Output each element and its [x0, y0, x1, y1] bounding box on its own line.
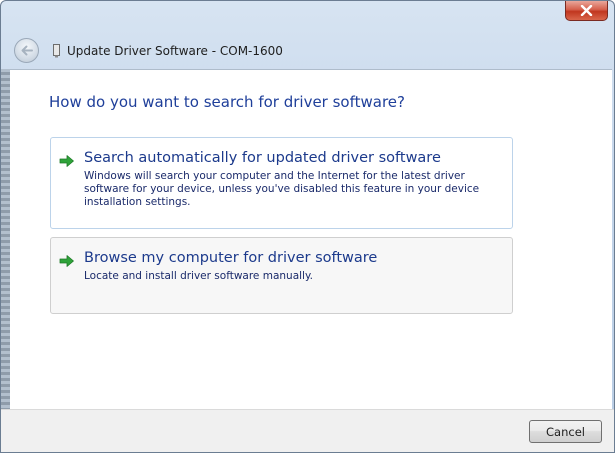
green-arrow-icon — [59, 155, 74, 167]
dialog-content: How do you want to search for driver sof… — [10, 69, 612, 410]
search-automatically-option[interactable]: Search automatically for updated driver … — [50, 137, 513, 229]
option-title: Search automatically for updated driver … — [84, 150, 441, 166]
back-button[interactable] — [14, 38, 39, 63]
cancel-button[interactable]: Cancel — [529, 420, 602, 443]
option-title: Browse my computer for driver software — [84, 250, 378, 266]
close-button[interactable] — [565, 1, 608, 21]
window-edge — [1, 69, 10, 409]
green-arrow-icon — [59, 255, 74, 267]
page-heading: How do you want to search for driver sof… — [49, 93, 405, 111]
close-icon — [580, 5, 593, 16]
window-title: Update Driver Software - COM-1600 — [67, 44, 283, 58]
title-bar: Update Driver Software - COM-1600 — [1, 1, 614, 69]
option-description: Windows will search your computer and th… — [84, 170, 480, 208]
browse-computer-option[interactable]: Browse my computer for driver software L… — [50, 237, 513, 314]
device-icon — [53, 44, 60, 58]
dialog-window: Update Driver Software - COM-1600 How do… — [0, 0, 615, 453]
dialog-footer: Cancel — [1, 409, 614, 452]
back-arrow-icon — [21, 45, 33, 56]
option-description: Locate and install driver software manua… — [84, 270, 314, 282]
